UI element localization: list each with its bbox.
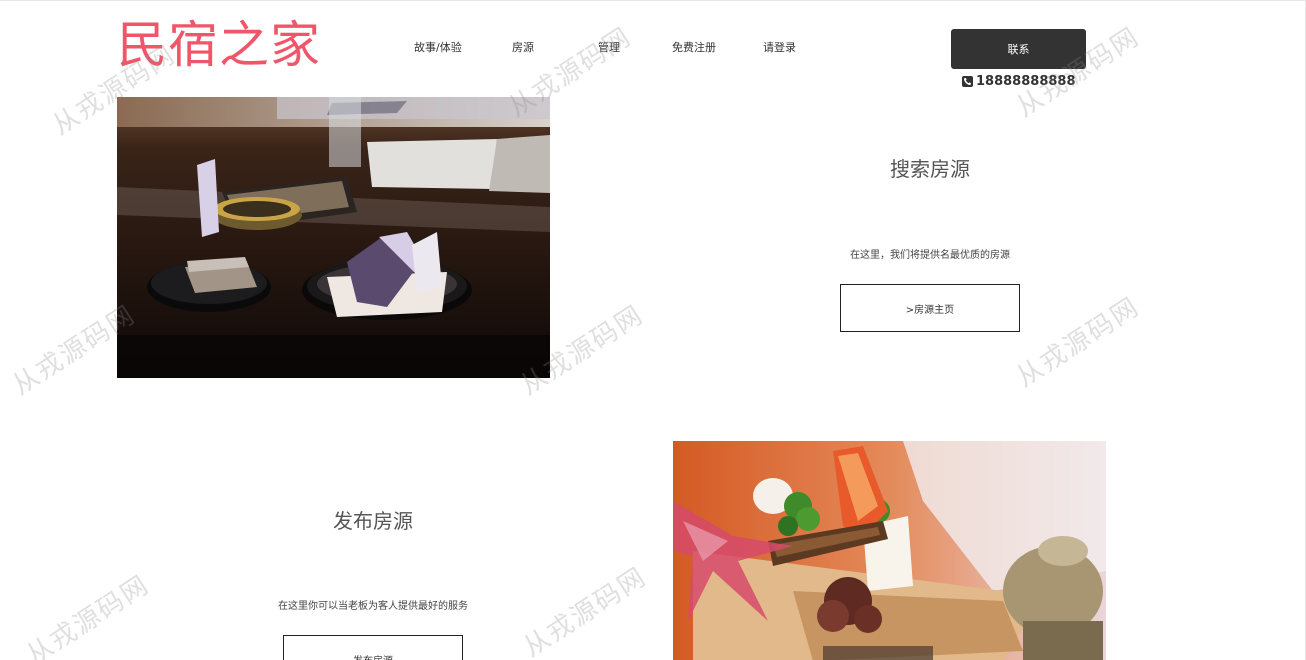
phone-icon bbox=[962, 76, 973, 87]
phone-number: 18888888888 bbox=[962, 74, 1076, 89]
phone-text: 18888888888 bbox=[976, 74, 1076, 89]
section-title-publish: 发布房源 bbox=[333, 509, 413, 533]
watermark: 从戎源码网 bbox=[21, 569, 156, 660]
nav-item-story[interactable]: 故事/体验 bbox=[414, 39, 462, 55]
section-title-search: 搜索房源 bbox=[890, 157, 970, 181]
publish-listing-button[interactable]: 发布房源 bbox=[283, 635, 463, 660]
section-desc-publish: 在这里你可以当老板为客人提供最好的服务 bbox=[278, 601, 468, 612]
sushi-photo bbox=[673, 441, 1106, 660]
main-nav: 故事/体验 房源 管理 免费注册 请登录 bbox=[0, 39, 900, 59]
listings-home-button[interactable]: >房源主页 bbox=[840, 284, 1020, 332]
nav-item-listings[interactable]: 房源 bbox=[512, 39, 534, 55]
page: 民宿之家 故事/体验 房源 管理 免费注册 请登录 联系 18888888888 bbox=[0, 0, 1306, 660]
section-desc-search: 在这里，我们将提供名最优质的房源 bbox=[850, 250, 1010, 261]
watermark: 从戎源码网 bbox=[518, 561, 653, 660]
nav-item-login[interactable]: 请登录 bbox=[763, 39, 796, 55]
teahouse-photo bbox=[117, 97, 550, 378]
watermark: 从戎源码网 bbox=[1011, 291, 1146, 394]
nav-item-manage[interactable]: 管理 bbox=[598, 39, 620, 55]
contact-button[interactable]: 联系 bbox=[951, 29, 1086, 69]
nav-item-register[interactable]: 免费注册 bbox=[672, 39, 716, 55]
